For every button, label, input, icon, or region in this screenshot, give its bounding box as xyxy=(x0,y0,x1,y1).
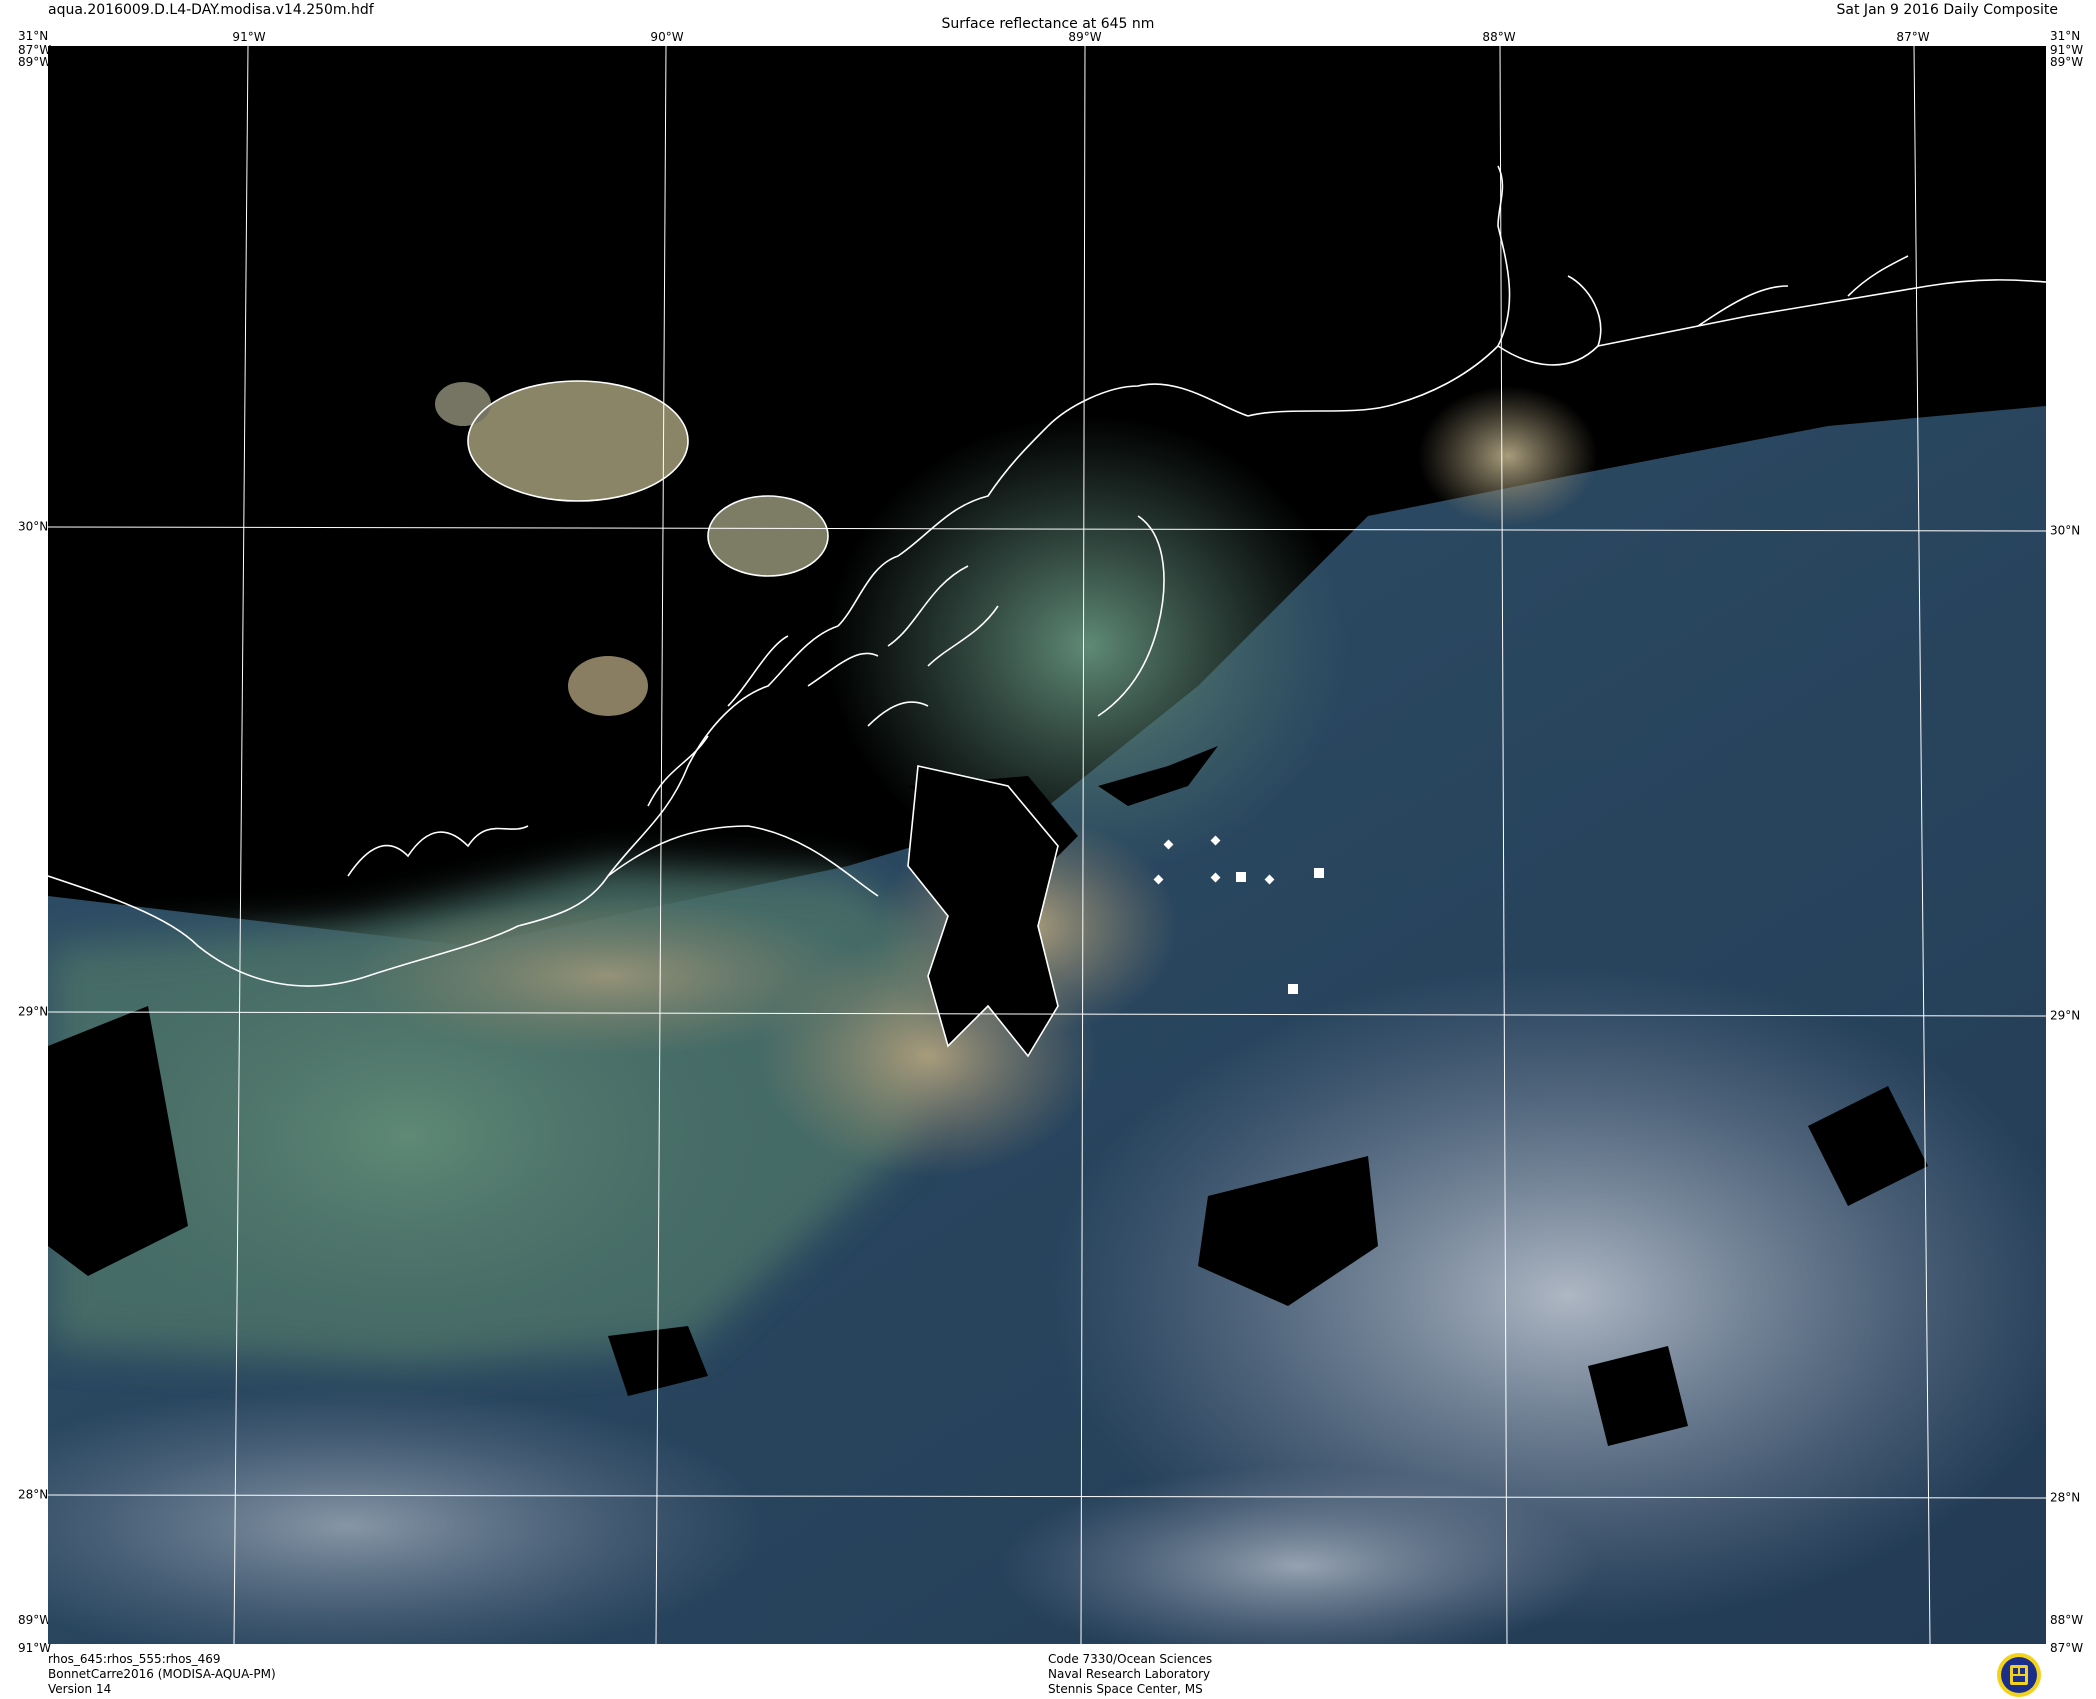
lat-label-right-28n: 28°N xyxy=(2050,1490,2081,1505)
corner-label-top-right-lon2: 89°W xyxy=(2050,55,2084,69)
lat-label-left-28n: 28°N xyxy=(18,1487,49,1502)
corner-label-top-left-lat: 31°N xyxy=(18,29,49,43)
reflectance-image xyxy=(48,46,2046,1644)
map-title: Surface reflectance at 645 nm xyxy=(941,16,1155,32)
corner-label-bottom-left-lon2: 91°W xyxy=(18,1641,52,1655)
footer-band-combo: rhos_645:rhos_555:rhos_469 xyxy=(48,1652,221,1666)
footer-left: rhos_645:rhos_555:rhos_469 BonnetCarre20… xyxy=(48,1652,276,1697)
footer-center: Code 7330/Ocean Sciences Naval Research … xyxy=(1048,1652,1212,1697)
lat-label-left-30n: 30°N xyxy=(18,519,49,534)
sediment-nearshore xyxy=(348,896,868,1056)
lat-label-right-30n: 30°N xyxy=(2050,523,2081,538)
green-plume-east xyxy=(828,416,1348,876)
corner-label-top-left-lon2: 89°W xyxy=(18,55,52,69)
footer-dataset: BonnetCarre2016 (MODISA-AQUA-PM) xyxy=(48,1667,276,1681)
lon-label-top-88w: 88°W xyxy=(1482,30,1516,44)
station-square xyxy=(1288,984,1298,994)
lon-label-top-90w: 90°W xyxy=(650,30,684,44)
mobile-bay-plume xyxy=(1418,386,1598,526)
footer-org-name: Naval Research Laboratory xyxy=(1048,1667,1211,1681)
footer-org-location: Stennis Space Center, MS xyxy=(1048,1682,1203,1696)
footer-version: Version 14 xyxy=(48,1682,112,1696)
lake-salvador xyxy=(568,656,648,716)
composite-date: Sat Jan 9 2016 Daily Composite xyxy=(1836,2,2058,18)
lon-label-top-87w: 87°W xyxy=(1896,30,1930,44)
footer-org-code: Code 7330/Ocean Sciences xyxy=(1048,1652,1213,1666)
nrl-seal-icon xyxy=(1997,1653,2041,1697)
satellite-map[interactable] xyxy=(48,46,2046,1644)
corner-label-top-right-lat: 31°N xyxy=(2050,29,2081,43)
lat-label-right-29n: 29°N xyxy=(2050,1008,2081,1023)
station-square xyxy=(1314,868,1324,878)
corner-label-bottom-right-lon2: 87°W xyxy=(2050,1641,2084,1655)
station-square xyxy=(1236,872,1246,882)
corner-label-bottom-right-lon: 88°W xyxy=(2050,1613,2084,1627)
corner-label-bottom-left-lon: 89°W xyxy=(18,1613,52,1627)
lon-label-top-89w: 89°W xyxy=(1068,30,1102,44)
lat-label-left-29n: 29°N xyxy=(18,1004,49,1019)
lake-maurepas xyxy=(435,382,491,426)
lon-label-top-91w: 91°W xyxy=(232,30,266,44)
